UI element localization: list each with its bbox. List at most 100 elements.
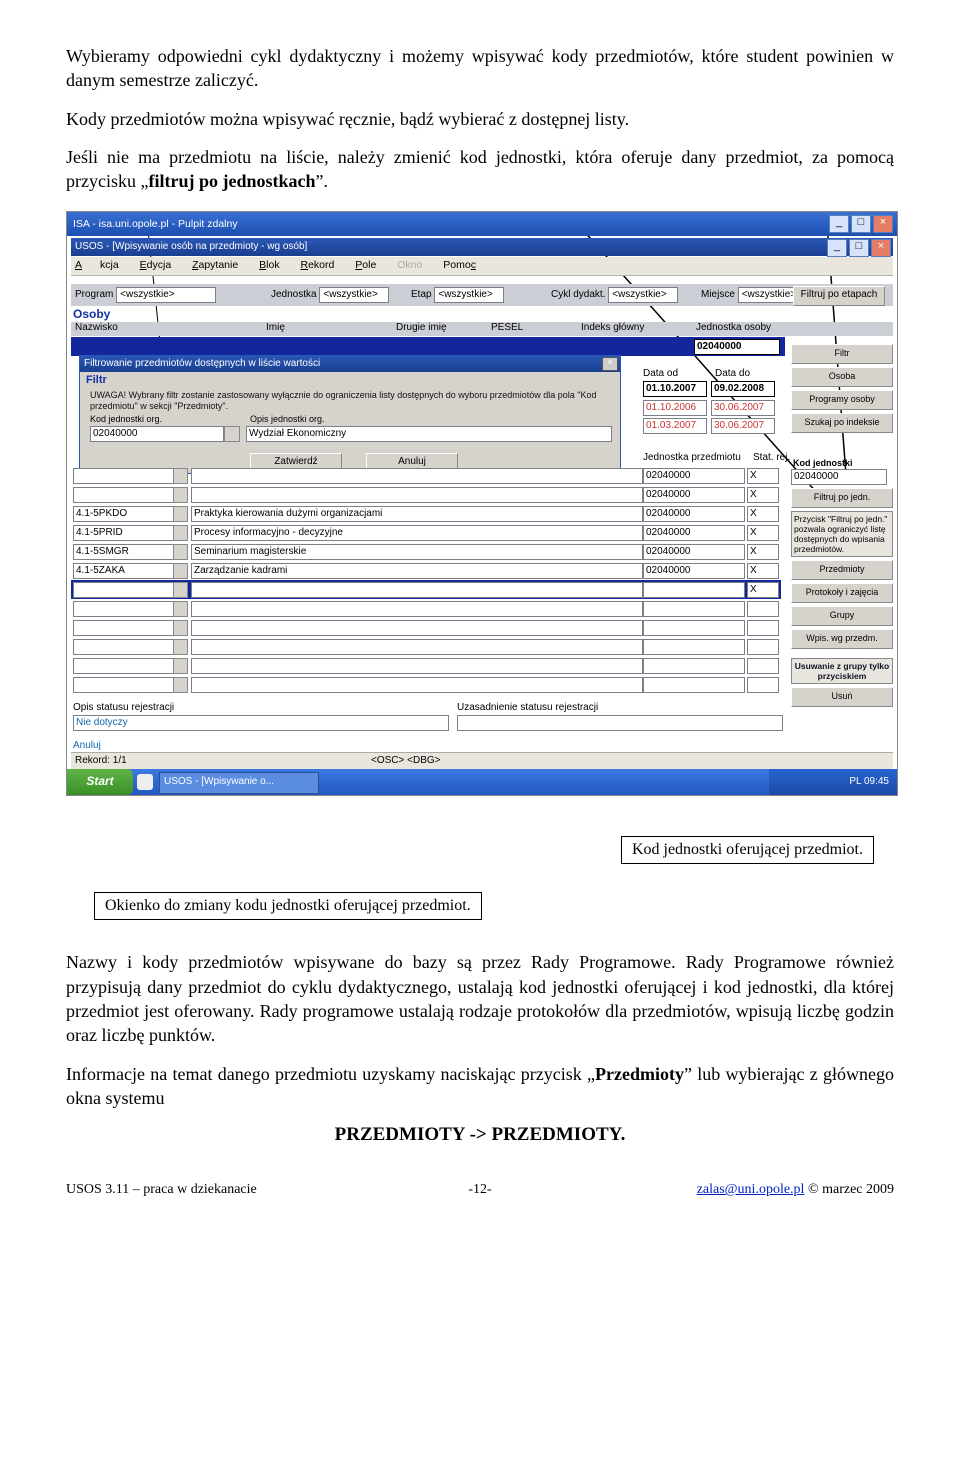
picker-icon[interactable] <box>173 582 188 598</box>
cell-jp: 02040000 <box>643 525 745 541</box>
przedmiot-row-empty[interactable] <box>71 656 781 675</box>
popup-opis-input[interactable]: Wydział Ekonomiczny <box>246 426 612 442</box>
paragraph-2: Kody przedmiotów można wpisywać ręcznie,… <box>66 107 894 131</box>
paragraph-4: Nazwy i kody przedmiotów wpisywane do ba… <box>66 950 894 1047</box>
menu-pole[interactable]: Pole <box>355 259 376 271</box>
lbl-etap: Etap <box>411 289 432 300</box>
menu-blok[interactable]: Blok <box>259 259 279 271</box>
przedmiot-row[interactable]: 02040000X <box>71 466 781 485</box>
cell-kod: 4.1-5SMGR <box>73 544 175 560</box>
jednostka-osoby-value: 02040000 <box>694 339 780 355</box>
picker-icon[interactable] <box>173 468 188 484</box>
taskbar: Start USOS - [Wpisywanie o... PL 09:45 <box>67 769 897 795</box>
col-index: Indeks główny <box>581 322 644 333</box>
date-r1a[interactable]: 01.10.2007 <box>643 381 707 397</box>
picker-icon[interactable] <box>173 639 188 655</box>
przedmiot-row[interactable]: 4.1-5PKDOPraktyka kierowania dużymi orga… <box>71 504 781 523</box>
picker-icon[interactable] <box>173 601 188 617</box>
przedmiot-row[interactable]: 02040000X <box>71 485 781 504</box>
picker-icon[interactable] <box>173 544 188 560</box>
inner-minimize-icon[interactable]: _ <box>827 239 847 257</box>
osoby-header: Nazwisko Imię Drugie imię PESEL Indeks g… <box>71 322 893 336</box>
picker-icon[interactable] <box>173 620 188 636</box>
ie-icon[interactable] <box>137 774 153 790</box>
val-program[interactable]: <wszystkie> <box>116 287 216 303</box>
menu-okno[interactable]: Okno <box>397 259 422 271</box>
picker-icon[interactable] <box>173 658 188 674</box>
przedmiot-row[interactable]: 4.1-5ZAKAZarządzanie kadrami02040000X <box>71 561 781 580</box>
przedmioty-button[interactable]: Przedmioty <box>791 560 893 580</box>
maximize-icon[interactable]: □ <box>851 215 871 233</box>
cell-opis <box>191 468 643 484</box>
cell-kod <box>73 582 175 598</box>
heading-przedmioty: PRZEDMIOTY -> PRZEDMIOTY. <box>66 1124 894 1146</box>
start-button[interactable]: Start <box>67 769 133 795</box>
grupy-button[interactable]: Grupy <box>791 606 893 626</box>
picker-icon[interactable] <box>173 677 188 693</box>
picker-icon[interactable] <box>173 506 188 522</box>
popup-lab-opis: Opis jednostki org. <box>250 414 325 424</box>
lbl-data-do: Data do <box>715 368 750 379</box>
popup-filtr-label: Filtr <box>86 374 107 386</box>
osoba-button[interactable]: Osoba <box>791 367 893 387</box>
usun-button[interactable]: Usuń <box>791 687 893 707</box>
cell-jp: 02040000 <box>643 487 745 503</box>
val-jednostka[interactable]: <wszystkie> <box>319 287 389 303</box>
inner-close-icon[interactable]: × <box>871 239 891 257</box>
menu-akcja[interactable]: Akcja <box>75 259 119 271</box>
footer-copy: © marzec 2009 <box>804 1182 894 1197</box>
date-r2a[interactable]: 01.10.2006 <box>643 400 707 416</box>
minimize-icon[interactable]: _ <box>829 215 849 233</box>
val-cykl[interactable]: <wszystkie> <box>608 287 678 303</box>
przedmiot-row-empty[interactable] <box>71 618 781 637</box>
picker-icon[interactable] <box>173 563 188 579</box>
annot-okienko: Okienko do zmiany kodu jednostki oferują… <box>94 892 482 920</box>
przedmiot-row[interactable]: X <box>71 580 781 599</box>
usuwanie-tip: Usuwanie z grupy tylko przyciskiem <box>791 658 893 684</box>
col-jedn-przedm: Jednostka przedmiotu <box>643 452 741 463</box>
annot-kod-jednostki: Kod jednostki oferującej przedmiot. <box>621 836 874 864</box>
col-stat-rej: Stat. rej. <box>753 452 790 463</box>
popup-kod-input[interactable]: 02040000 <box>90 426 224 442</box>
cell-kod: 4.1-5PRID <box>73 525 175 541</box>
filtr-button[interactable]: Filtr <box>791 344 893 364</box>
programy-osoby-button[interactable]: Programy osoby <box>791 390 893 410</box>
lbl-data-od: Data od <box>643 368 678 379</box>
menu-rekord[interactable]: Rekord <box>301 259 335 271</box>
taskbar-item[interactable]: USOS - [Wpisywanie o... <box>159 772 319 794</box>
filtruj-po-jedn-button[interactable]: Filtruj po jedn. <box>791 488 893 508</box>
opis-statusu-value[interactable]: Nie dotyczy <box>73 715 449 731</box>
przedmiot-row[interactable]: 4.1-5SMGRSeminarium magisterskie02040000… <box>71 542 781 561</box>
popup-lab-kod: Kod jednostki org. <box>90 414 162 424</box>
menu-pomoc[interactable]: Pomoc <box>443 259 476 271</box>
lbl-jednostka: Jednostka <box>271 289 317 300</box>
lbl-miejsce: Miejsce <box>701 289 735 300</box>
protokoly-button[interactable]: Protokoły i zajęcia <box>791 583 893 603</box>
przedmiot-row[interactable]: 4.1-5PRIDProcesy informacyjno - decyzyjn… <box>71 523 781 542</box>
date-r1b[interactable]: 09.02.2008 <box>711 381 775 397</box>
picker-icon[interactable] <box>173 487 188 503</box>
date-r3b[interactable]: 30.06.2007 <box>711 418 775 434</box>
paragraph-1: Wybieramy odpowiedni cykl dydaktyczny i … <box>66 44 894 93</box>
uzasadnienie-value[interactable] <box>457 715 783 731</box>
kod-jednostki-value[interactable]: 02040000 <box>791 469 887 485</box>
przedmiot-row-empty[interactable] <box>71 637 781 656</box>
menu-edycja[interactable]: Edycja <box>140 259 172 271</box>
date-r3a[interactable]: 01.03.2007 <box>643 418 707 434</box>
popup-close-icon[interactable]: × <box>602 357 618 371</box>
inner-maximize-icon[interactable]: □ <box>849 239 869 257</box>
wpis-wg-przedm-button[interactable]: Wpis. wg przedm. <box>791 629 893 649</box>
przedmiot-row-empty[interactable] <box>71 675 781 694</box>
przedmiot-row-empty[interactable] <box>71 599 781 618</box>
close-icon[interactable]: × <box>873 215 893 233</box>
footer-link[interactable]: zalas@uni.opole.pl <box>697 1182 805 1197</box>
szukaj-po-indeksie-button[interactable]: Szukaj po indeksie <box>791 413 893 433</box>
popup-kod-picker-icon[interactable] <box>224 426 240 442</box>
filtruj-po-etapach-button[interactable]: Filtruj po etapach <box>793 286 885 306</box>
picker-icon[interactable] <box>173 525 188 541</box>
menu-zapytanie[interactable]: Zapytanie <box>192 259 238 271</box>
val-etap[interactable]: <wszystkie> <box>434 287 504 303</box>
osoby-row[interactable]: 02040000 <box>71 337 785 356</box>
date-r2b[interactable]: 30.06.2007 <box>711 400 775 416</box>
lbl-opis-statusu: Opis statusu rejestracji <box>73 702 174 713</box>
